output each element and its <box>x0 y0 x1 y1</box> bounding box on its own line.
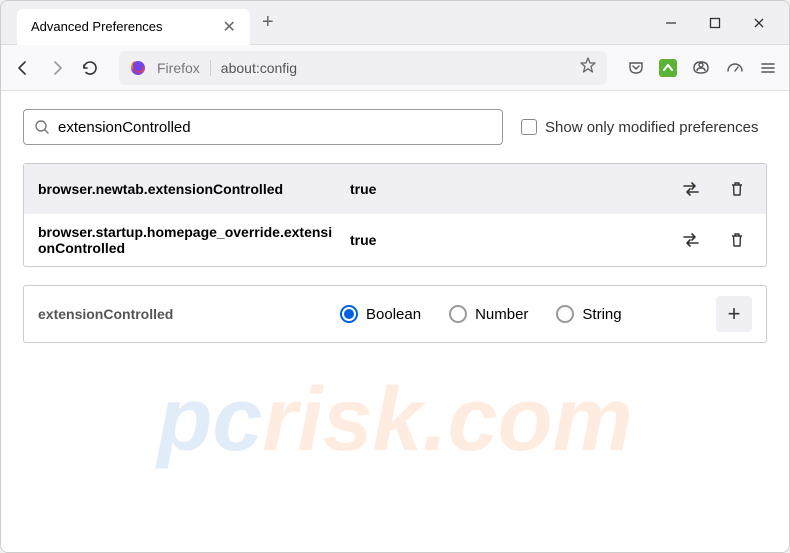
preferences-table: browser.newtab.extensionControlled true … <box>23 163 767 267</box>
back-button[interactable] <box>13 58 33 78</box>
new-tab-button[interactable]: + <box>262 11 274 34</box>
new-preference-name: extensionControlled <box>38 306 328 322</box>
delete-button[interactable] <box>722 225 752 255</box>
radio-label: Number <box>475 306 528 323</box>
address-protocol: Firefox <box>157 60 211 76</box>
preference-value: true <box>350 232 664 248</box>
add-button[interactable]: + <box>716 296 752 332</box>
browser-tab[interactable]: Advanced Preferences ✕ <box>17 9 250 45</box>
pocket-icon[interactable] <box>627 59 645 77</box>
forward-button[interactable] <box>47 58 67 78</box>
preference-name: browser.newtab.extensionControlled <box>38 181 338 197</box>
extension-icon[interactable] <box>659 59 677 77</box>
type-radio-boolean[interactable]: Boolean <box>340 305 421 323</box>
minimize-button[interactable] <box>661 16 681 30</box>
radio-label: String <box>582 306 621 323</box>
search-row: Show only modified preferences <box>23 109 767 145</box>
radio-icon <box>449 305 467 323</box>
dashboard-icon[interactable] <box>725 58 745 78</box>
preference-row: browser.startup.homepage_override.extens… <box>24 214 766 266</box>
titlebar: Advanced Preferences ✕ + <box>1 1 789 45</box>
preference-value: true <box>350 181 664 197</box>
bookmark-star-icon[interactable] <box>579 56 597 79</box>
delete-button[interactable] <box>722 174 752 204</box>
checkbox-icon <box>521 119 537 135</box>
firefox-logo-icon <box>129 59 147 77</box>
browser-window: Advanced Preferences ✕ + Firefox about:c… <box>0 0 790 553</box>
checkbox-label: Show only modified preferences <box>545 119 758 136</box>
radio-icon <box>340 305 358 323</box>
radio-icon <box>556 305 574 323</box>
maximize-button[interactable] <box>705 16 725 30</box>
tab-title: Advanced Preferences <box>31 19 163 34</box>
type-options: Boolean Number String <box>340 305 704 323</box>
type-radio-string[interactable]: String <box>556 305 621 323</box>
toolbar: Firefox about:config <box>1 45 789 91</box>
modified-only-checkbox[interactable]: Show only modified preferences <box>521 119 758 136</box>
search-input[interactable] <box>58 119 492 136</box>
watermark: pcrisk.com <box>157 369 632 472</box>
menu-button[interactable] <box>759 59 777 77</box>
search-icon <box>34 119 50 135</box>
reload-button[interactable] <box>81 59 99 77</box>
toggle-button[interactable] <box>676 174 706 204</box>
radio-label: Boolean <box>366 306 421 323</box>
close-window-button[interactable] <box>749 16 769 30</box>
close-tab-icon[interactable]: ✕ <box>223 17 236 37</box>
address-bar[interactable]: Firefox about:config <box>119 51 607 85</box>
type-radio-number[interactable]: Number <box>449 305 528 323</box>
add-preference-row: extensionControlled Boolean Number Strin… <box>23 285 767 343</box>
search-box[interactable] <box>23 109 503 145</box>
content-area: Show only modified preferences browser.n… <box>1 91 789 552</box>
window-controls <box>661 16 781 30</box>
preference-name: browser.startup.homepage_override.extens… <box>38 224 338 256</box>
toggle-button[interactable] <box>676 225 706 255</box>
account-icon[interactable] <box>691 58 711 78</box>
address-url: about:config <box>221 60 297 76</box>
preference-row: browser.newtab.extensionControlled true <box>24 164 766 214</box>
